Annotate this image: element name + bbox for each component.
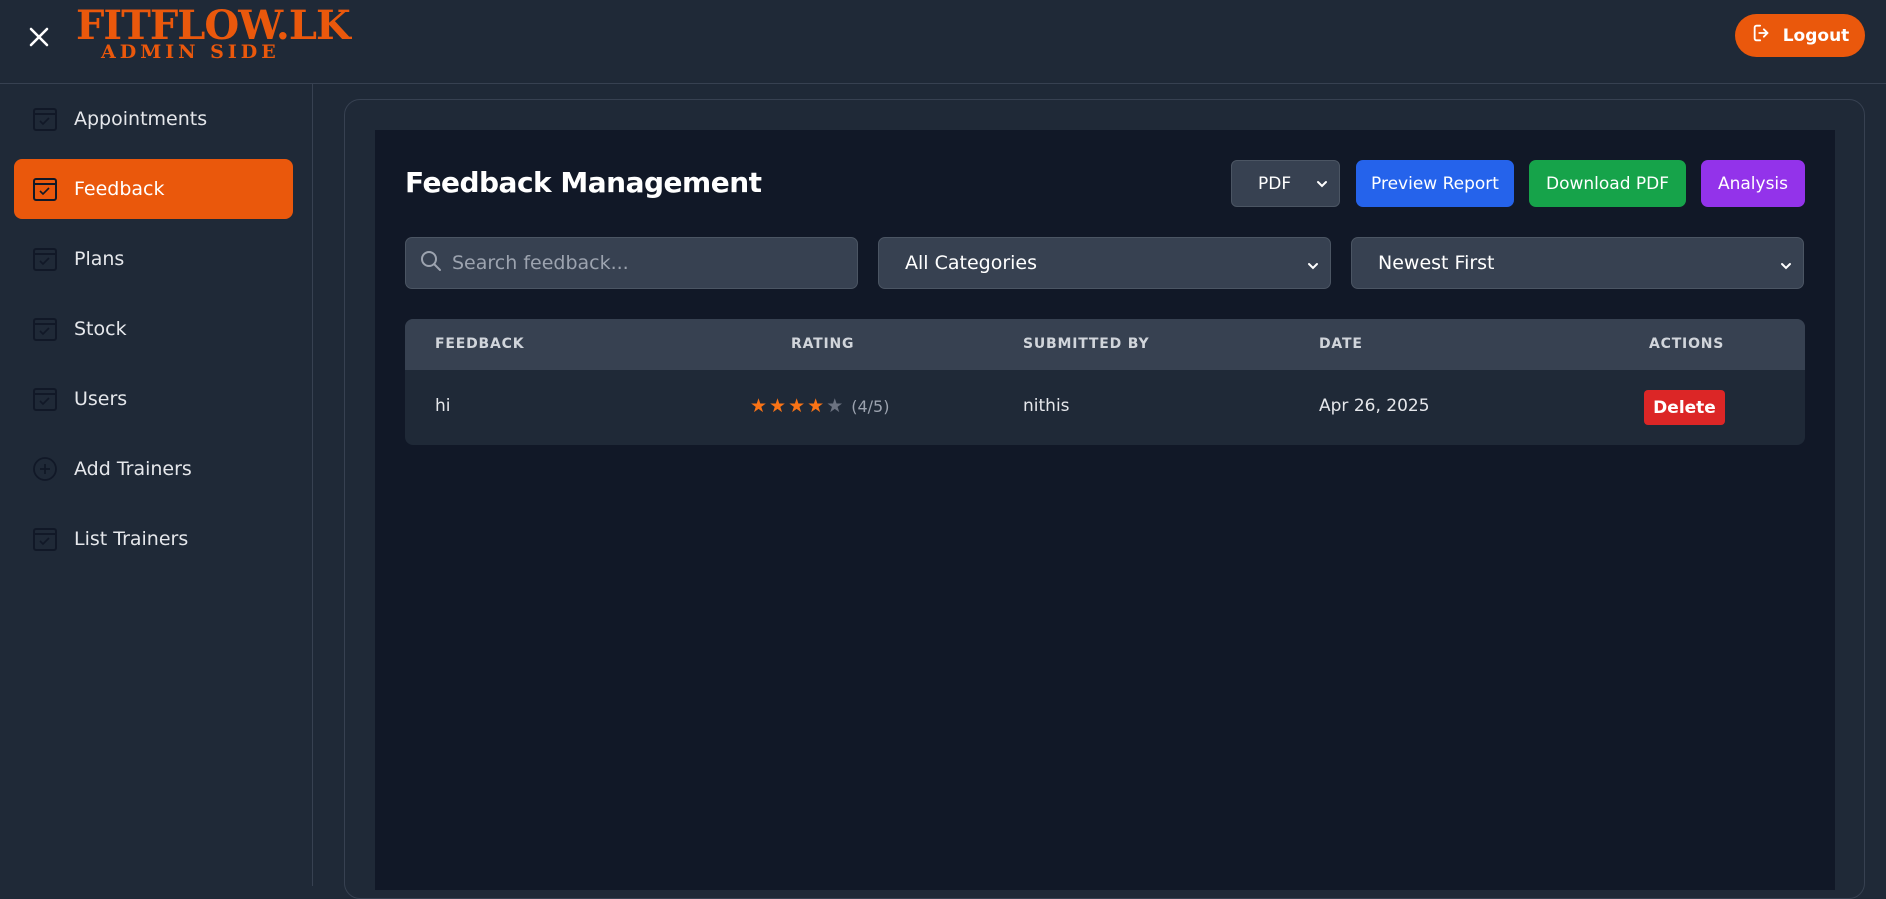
feedback-date: Apr 26, 2025 xyxy=(1319,396,1430,416)
brand-subtitle: ADMIN SIDE xyxy=(101,41,280,63)
brand-title: FITFLOW.LK xyxy=(76,2,351,49)
table-header: FEEDBACK RATING SUBMITTED BY DATE ACTION… xyxy=(405,319,1805,370)
sidebar-item-list-trainers[interactable]: List Trainers xyxy=(14,509,293,569)
calendar-check-icon xyxy=(32,246,58,272)
calendar-check-icon xyxy=(32,526,58,552)
submitted-by: nithis xyxy=(1023,396,1070,416)
sidebar-item-users[interactable]: Users xyxy=(14,369,293,429)
search-icon xyxy=(420,250,442,276)
feedback-text: hi xyxy=(435,396,451,416)
top-bar: FITFLOW.LK ADMIN SIDE Logout xyxy=(0,0,1886,84)
sidebar-item-appointments[interactable]: Appointments xyxy=(14,89,293,149)
chevron-down-icon xyxy=(1779,256,1793,278)
close-icon[interactable] xyxy=(24,22,54,52)
star-icon: ★ xyxy=(807,395,825,417)
plus-circle-icon xyxy=(32,456,58,482)
star-empty-icon: ★ xyxy=(826,395,844,417)
analysis-button[interactable]: Analysis xyxy=(1701,160,1805,207)
calendar-check-icon xyxy=(32,176,58,202)
search-box xyxy=(405,237,858,289)
column-header-feedback: FEEDBACK xyxy=(435,336,525,352)
page-title: Feedback Management xyxy=(405,166,762,199)
star-icon: ★ xyxy=(788,395,806,417)
column-header-actions: ACTIONS xyxy=(1649,336,1725,352)
category-filter-value: All Categories xyxy=(905,252,1038,274)
table-row: hi ★ ★ ★ ★ ★ (4/5) nithis Apr 26, 2025 D… xyxy=(405,370,1805,445)
sidebar: Appointments Feedback Plans Stock Users … xyxy=(0,84,313,886)
export-format-select[interactable]: PDF xyxy=(1231,160,1340,207)
rating-stars: ★ ★ ★ ★ ★ (4/5) xyxy=(750,396,889,416)
sidebar-item-label: Feedback xyxy=(74,178,165,200)
column-header-submitted-by: SUBMITTED BY xyxy=(1023,336,1150,352)
sort-select[interactable]: Newest First xyxy=(1351,237,1804,289)
download-pdf-button[interactable]: Download PDF xyxy=(1529,160,1686,207)
calendar-check-icon xyxy=(32,106,58,132)
chevron-down-icon xyxy=(1315,176,1329,196)
preview-report-button[interactable]: Preview Report xyxy=(1356,160,1514,207)
sidebar-item-label: Users xyxy=(74,388,128,410)
sidebar-item-stock[interactable]: Stock xyxy=(14,299,293,359)
logout-button[interactable]: Logout xyxy=(1735,14,1865,57)
sidebar-item-add-trainers[interactable]: Add Trainers xyxy=(14,439,293,499)
export-format-value: PDF xyxy=(1258,173,1292,194)
sidebar-item-label: Plans xyxy=(74,248,125,270)
calendar-check-icon xyxy=(32,316,58,342)
rating-text: (4/5) xyxy=(851,396,890,416)
star-icon: ★ xyxy=(750,395,768,417)
logout-icon xyxy=(1751,22,1773,49)
sidebar-item-plans[interactable]: Plans xyxy=(14,229,293,289)
delete-button[interactable]: Delete xyxy=(1644,390,1725,425)
sidebar-item-label: List Trainers xyxy=(74,528,189,550)
chevron-down-icon xyxy=(1306,256,1320,278)
category-filter-select[interactable]: All Categories xyxy=(878,237,1331,289)
sidebar-item-label: Appointments xyxy=(74,108,208,130)
search-input[interactable] xyxy=(452,252,842,274)
sidebar-item-label: Add Trainers xyxy=(74,458,192,480)
logout-label: Logout xyxy=(1782,25,1850,46)
calendar-check-icon xyxy=(32,386,58,412)
sidebar-item-label: Stock xyxy=(74,318,127,340)
sort-value: Newest First xyxy=(1378,252,1495,274)
brand-logo: FITFLOW.LK ADMIN SIDE xyxy=(76,6,351,64)
feedback-table: FEEDBACK RATING SUBMITTED BY DATE ACTION… xyxy=(405,319,1805,445)
star-icon: ★ xyxy=(769,395,787,417)
sidebar-item-feedback[interactable]: Feedback xyxy=(14,159,293,219)
column-header-date: DATE xyxy=(1319,336,1363,352)
column-header-rating: RATING xyxy=(791,336,855,352)
